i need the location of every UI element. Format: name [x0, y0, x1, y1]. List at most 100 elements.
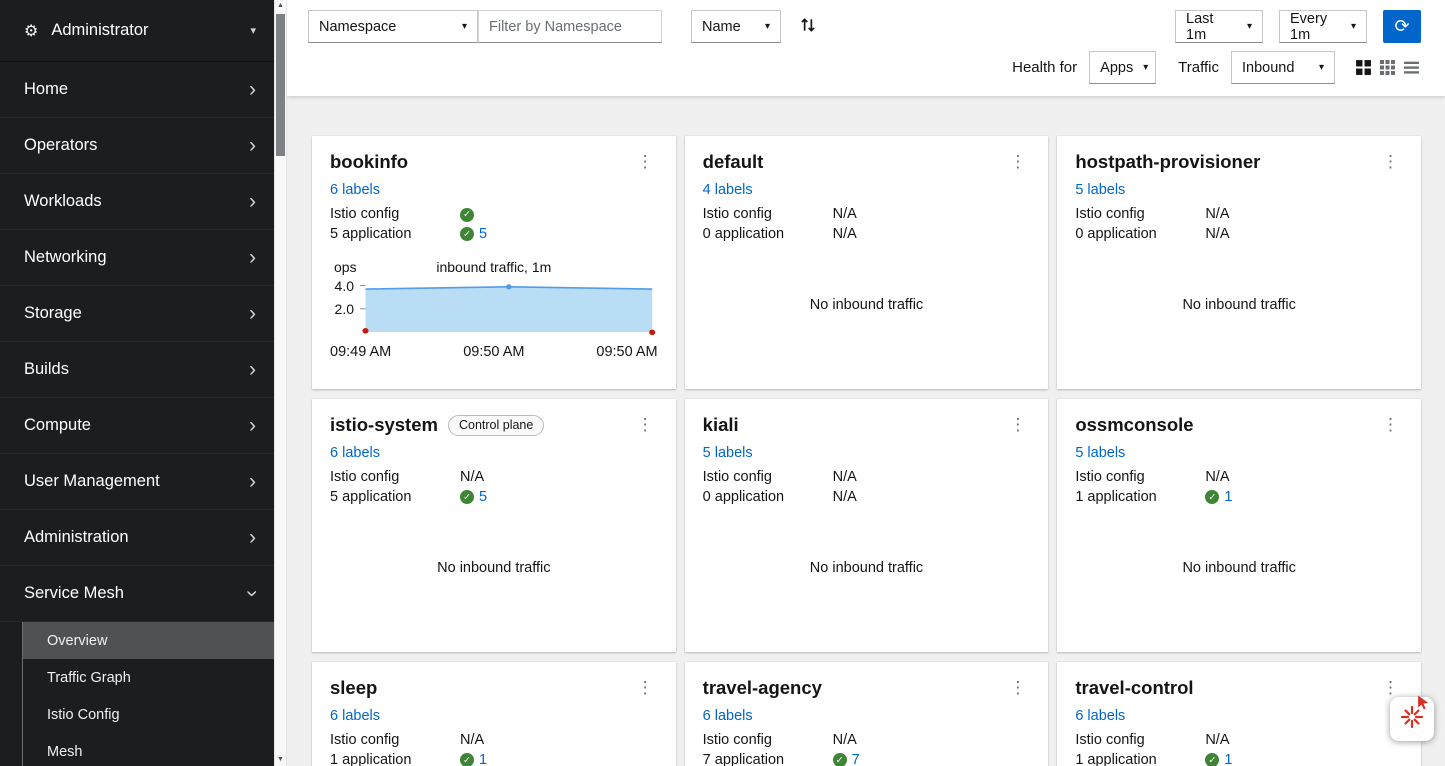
traffic-label: Traffic	[1178, 59, 1219, 76]
labels-link[interactable]: 6 labels	[330, 445, 380, 461]
chart-header: opsinbound traffic, 1m	[330, 258, 658, 278]
toolbar-row-1: Namespace ▾ Name ▾	[308, 10, 1421, 43]
istio-config-row: Istio configN/A	[703, 468, 1031, 488]
check-circle-icon: ✓	[460, 227, 474, 241]
sidebar-item-builds[interactable]: Builds›	[0, 342, 274, 398]
applications-value: N/A	[833, 488, 857, 508]
sidebar-scrollbar[interactable]: ▲ ▼	[274, 0, 287, 766]
applications-value: N/A	[1205, 225, 1229, 245]
time-range-select[interactable]: Last 1m ▾	[1175, 10, 1263, 43]
sidebar-item-workloads[interactable]: Workloads›	[0, 174, 274, 230]
caret-down-icon: ▾	[1143, 62, 1148, 73]
healthy-apps-count-link[interactable]: 1	[1224, 488, 1232, 508]
labels-link[interactable]: 6 labels	[330, 182, 380, 198]
labels-link[interactable]: 5 labels	[1075, 182, 1125, 198]
applications-label: 0 application	[703, 488, 833, 508]
scroll-down-arrow-icon[interactable]: ▼	[277, 754, 284, 766]
control-plane-badge: Control plane	[448, 415, 544, 436]
namespace-card-istio-system: istio-system Control plane ⋮ 6 labels Istio …	[312, 399, 676, 652]
refresh-button[interactable]: ⟳	[1383, 10, 1421, 43]
labels-link[interactable]: 4 labels	[703, 182, 753, 198]
healthy-apps-count-link[interactable]: 5	[479, 225, 487, 245]
istio-config-row: Istio configN/A	[703, 731, 1031, 751]
sidebar-item-overview[interactable]: Overview	[23, 622, 274, 659]
check-circle-icon: ✓	[460, 208, 474, 222]
scrollbar-thumb[interactable]	[276, 14, 285, 156]
sidebar-item-traffic-graph[interactable]: Traffic Graph	[23, 659, 274, 696]
refresh-interval-select[interactable]: Every 1m ▾	[1279, 10, 1367, 43]
istio-config-label: Istio config	[703, 731, 833, 751]
chevron-right-icon: ›	[249, 247, 256, 268]
y-tick-label: 2.0	[330, 301, 354, 317]
overview-content: bookinfo⋮6 labelsIstio config✓5 applicat…	[287, 96, 1445, 766]
sort-order-button[interactable]	[795, 14, 821, 40]
sidebar-item-compute[interactable]: Compute›	[0, 398, 274, 454]
healthy-apps-count-link[interactable]: 7	[852, 751, 860, 766]
card-title: istio-system	[330, 414, 438, 436]
labels-link[interactable]: 6 labels	[1075, 708, 1125, 724]
kebab-menu-button[interactable]: ⋮	[633, 152, 658, 172]
card-header: hostpath-provisioner⋮	[1075, 151, 1403, 173]
labels-link[interactable]: 5 labels	[703, 445, 753, 461]
sidebar-item-administration[interactable]: Administration›	[0, 510, 274, 566]
caret-down-icon: ▾	[1319, 62, 1324, 73]
kiali-launcher-button[interactable]	[1390, 697, 1434, 741]
istio-config-value: N/A	[833, 468, 857, 488]
namespace-select[interactable]: Namespace ▾	[308, 10, 478, 43]
healthy-apps-count-link[interactable]: 5	[479, 488, 487, 508]
card-title: default	[703, 151, 764, 173]
namespace-card-travel-control: travel-control⋮6 labelsIstio configN/A1 …	[1057, 662, 1421, 766]
namespace-card-travel-agency: travel-agency⋮6 labelsIstio configN/A7 a…	[685, 662, 1049, 766]
kebab-menu-button[interactable]: ⋮	[1005, 152, 1030, 172]
gear-icon: ⚙	[24, 21, 38, 41]
applications-row: 5 application✓5	[330, 225, 658, 245]
sidebar-item-storage[interactable]: Storage›	[0, 286, 274, 342]
kebab-menu-button[interactable]: ⋮	[1378, 152, 1403, 172]
healthy-apps-count-link[interactable]: 1	[479, 751, 487, 766]
istio-config-label: Istio config	[330, 468, 460, 488]
health-type-select[interactable]: Apps ▾	[1089, 51, 1156, 84]
healthy-apps-count-link[interactable]: 1	[1224, 751, 1232, 766]
sidebar-item-istio-config[interactable]: Istio Config	[23, 696, 274, 733]
kebab-menu-button[interactable]: ⋮	[633, 415, 658, 435]
namespace-select-value: Namespace	[319, 19, 396, 35]
applications-row: 1 application✓1	[1075, 488, 1403, 508]
kebab-menu-button[interactable]: ⋮	[1005, 678, 1030, 698]
sidebar-item-label: Home	[24, 80, 68, 99]
perspective-switcher[interactable]: ⚙ Administrator ▾	[0, 0, 274, 62]
applications-row: 1 application✓1	[330, 751, 658, 766]
sidebar-item-mesh[interactable]: Mesh	[23, 733, 274, 766]
namespace-card-ossmconsole: ossmconsole⋮5 labelsIstio configN/A1 app…	[1057, 399, 1421, 652]
sidebar: ⚙ Administrator ▾ Home›Operators›Workloa…	[0, 0, 274, 766]
display-mode-toggle	[1353, 58, 1421, 78]
kebab-menu-button[interactable]: ⋮	[1378, 678, 1403, 698]
health-for-label: Health for	[1012, 59, 1077, 76]
sidebar-item-user-management[interactable]: User Management›	[0, 454, 274, 510]
labels-link[interactable]: 5 labels	[1075, 445, 1125, 461]
sidebar-item-home[interactable]: Home›	[0, 62, 274, 118]
applications-label: 7 application	[703, 751, 833, 766]
labels-link[interactable]: 6 labels	[330, 708, 380, 724]
labels-link[interactable]: 6 labels	[703, 708, 753, 724]
sidebar-item-operators[interactable]: Operators›	[0, 118, 274, 174]
istio-config-row: Istio config✓	[330, 205, 658, 225]
no-traffic-message: No inbound traffic	[1075, 507, 1403, 640]
istio-config-label: Istio config	[330, 205, 460, 225]
traffic-direction-select[interactable]: Inbound ▾	[1231, 51, 1335, 84]
compact-view-icon[interactable]	[1377, 58, 1397, 78]
scroll-up-arrow-icon[interactable]: ▲	[277, 0, 284, 12]
chevron-right-icon: ›	[249, 471, 256, 492]
namespace-card-bookinfo: bookinfo⋮6 labelsIstio config✓5 applicat…	[312, 136, 676, 389]
kebab-menu-button[interactable]: ⋮	[1005, 415, 1030, 435]
sidebar-item-service-mesh[interactable]: Service Mesh›	[0, 566, 274, 622]
kebab-menu-button[interactable]: ⋮	[1378, 415, 1403, 435]
list-view-icon[interactable]	[1401, 58, 1421, 78]
no-traffic-message: No inbound traffic	[703, 507, 1031, 640]
chevron-right-icon: ›	[249, 135, 256, 156]
sidebar-item-networking[interactable]: Networking›	[0, 230, 274, 286]
istio-config-row: Istio configN/A	[330, 468, 658, 488]
namespace-filter-input[interactable]	[478, 10, 662, 43]
kebab-menu-button[interactable]: ⋮	[633, 678, 658, 698]
expand-view-icon[interactable]	[1353, 58, 1373, 78]
sort-field-select[interactable]: Name ▾	[691, 10, 781, 43]
